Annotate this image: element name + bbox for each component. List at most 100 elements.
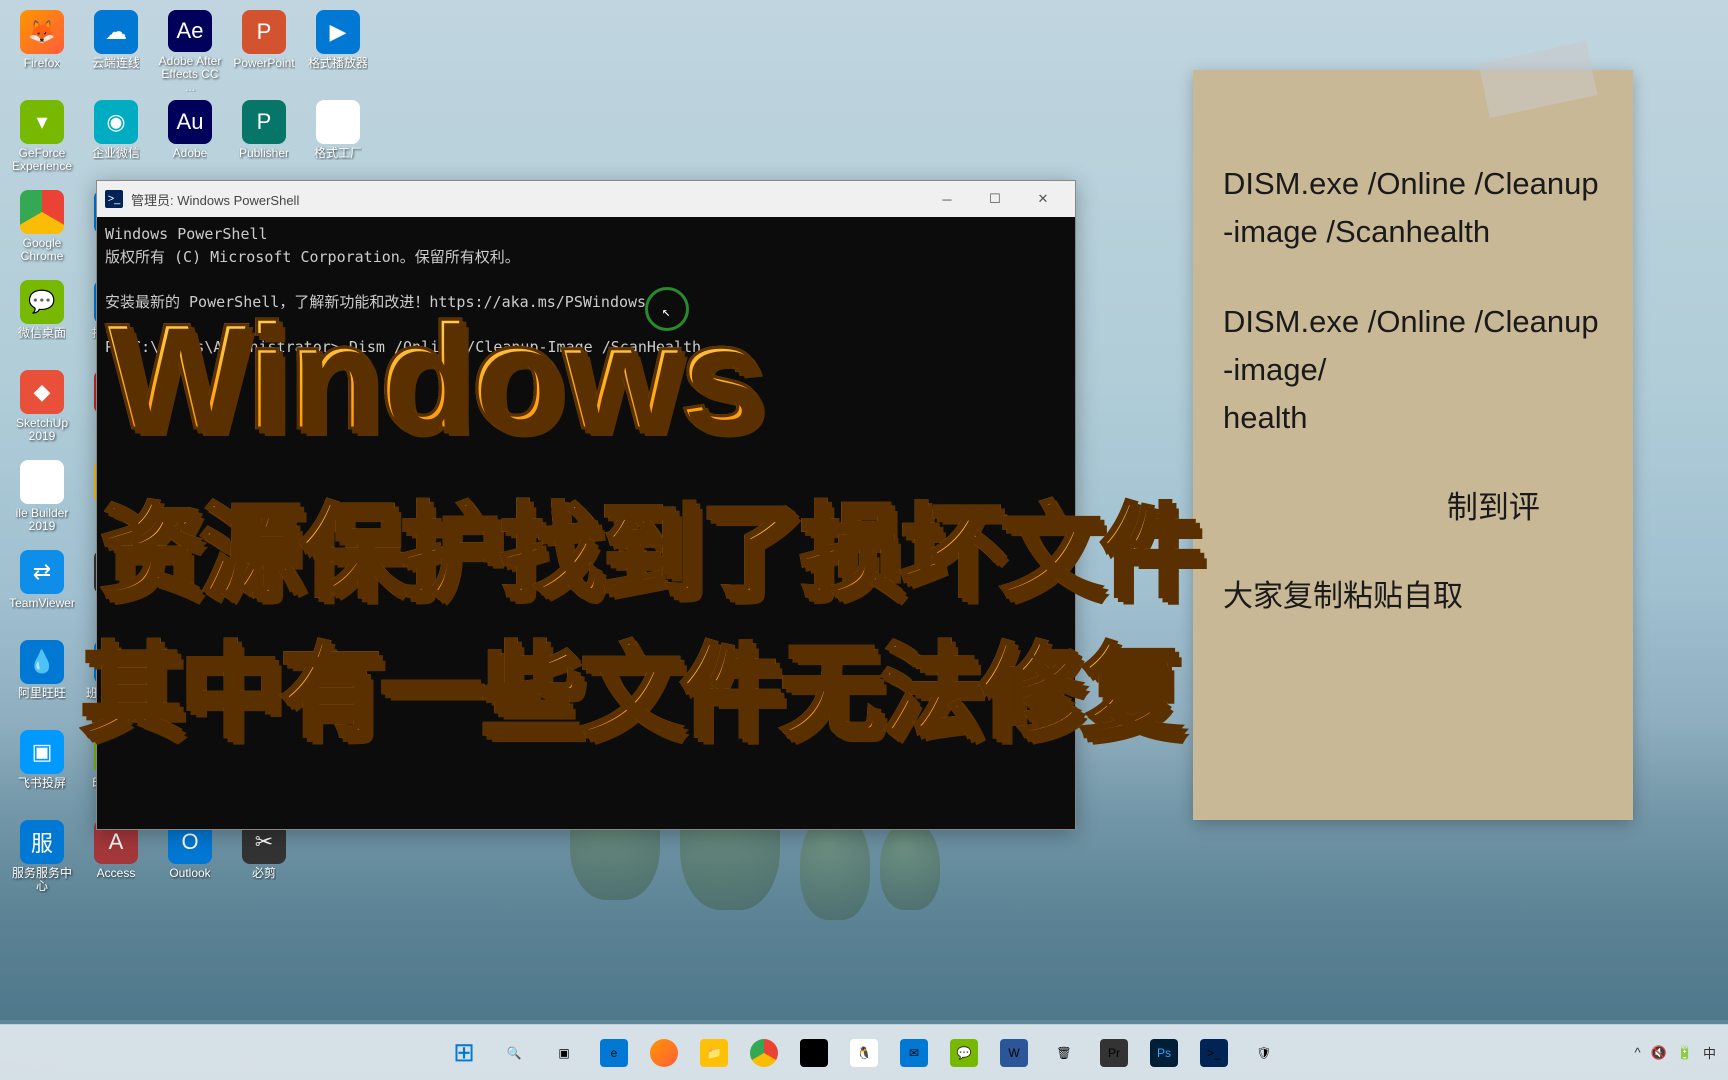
icon-label: 必剪 (252, 867, 276, 880)
icon-label: 微信桌面 (18, 327, 66, 340)
taskbar-search[interactable]: 🔍 (492, 1031, 536, 1075)
pr-icon: Pr (1100, 1039, 1128, 1067)
icon-label: Outlook (169, 867, 210, 880)
icon-label: Adobe (173, 147, 208, 160)
nvidia-icon: ▾ (20, 100, 64, 144)
desktop-icon-publisher[interactable]: PPublisher (228, 96, 300, 182)
taskbar-explorer[interactable]: 📁 (692, 1031, 736, 1075)
desktop-icon-factory[interactable]: ⚙ 格式工厂 (302, 96, 374, 182)
desktop-icon-wechat[interactable]: 💬 微信桌面 (6, 276, 78, 362)
tray-item[interactable]: 🔇 (1651, 1045, 1667, 1061)
icon-label: ile Builder 2019 (7, 507, 77, 533)
icon-label: 格式工厂 (314, 147, 362, 160)
desktop-icon-qywx[interactable]: ◉ 企业微信 (80, 96, 152, 182)
tray-item[interactable]: 中 (1703, 1043, 1716, 1062)
taskbar-ps-tb[interactable]: Ps (1142, 1031, 1186, 1075)
qq-icon: 🐧 (850, 1039, 878, 1067)
desktop-icon-flight[interactable]: ▣ 飞书投屏 (6, 726, 78, 812)
wx-tb-icon: 💬 (950, 1039, 978, 1067)
tray-item[interactable]: 🔋 (1677, 1045, 1693, 1061)
firefox-icon: 🦊 (20, 10, 64, 54)
minimize-button[interactable]: ─ (923, 181, 971, 217)
window-title: 管理员: Windows PowerShell (131, 190, 923, 209)
icon-label: 飞书投屏 (18, 777, 66, 790)
word-tb-icon: W (1000, 1039, 1028, 1067)
taskbar-center: ⊞ 🔍 ▣ e 📁 ✂ 🐧 ✉ 💬 W 🗑 Pr Ps >_ 🛡 (442, 1031, 1286, 1075)
taskbar-wx-tb[interactable]: 💬 (942, 1031, 986, 1075)
desktop-icon-sketchup[interactable]: ◆ SketchUp 2019 (6, 366, 78, 452)
tray-item[interactable]: ^ (1635, 1045, 1641, 1060)
desktop-icon-audition[interactable]: Au Adobe (154, 96, 226, 182)
close-button[interactable]: ✕ (1019, 181, 1067, 217)
icon-label: Adobe After Effects CC ... (155, 55, 225, 92)
icon-label: Access (97, 867, 136, 880)
desktop-icon-firefox[interactable]: 🦊 Firefox (6, 6, 78, 92)
shield-icon: 🛡 (1250, 1039, 1278, 1067)
icon-label: 云端连线 (92, 57, 140, 70)
wechat-icon: 💬 (20, 280, 64, 324)
note-text-3: 制到评 (1223, 484, 1603, 532)
taskbar-capcut[interactable]: ✂ (792, 1031, 836, 1075)
ae-icon: Ae (168, 10, 212, 52)
icon-label: PowerPoint (233, 57, 294, 70)
flight-icon: ▣ (20, 730, 64, 774)
taskbar-powershell-tb[interactable]: >_ (1192, 1031, 1236, 1075)
desktop-icon-chrome[interactable]: Google Chrome (6, 186, 78, 272)
taskbar[interactable]: ⊞ 🔍 ▣ e 📁 ✂ 🐧 ✉ 💬 W 🗑 Pr Ps >_ 🛡 ^ 🔇 🔋 中 (0, 1024, 1728, 1080)
qywx-icon: ◉ (94, 100, 138, 144)
start-button[interactable]: ⊞ (442, 1031, 486, 1075)
taskbar-pr[interactable]: Pr (1092, 1031, 1136, 1075)
powershell-tb-icon: >_ (1200, 1039, 1228, 1067)
desktop-icon-cloud[interactable]: ☁ 云端连线 (80, 6, 152, 92)
taskbar-chrome-tb[interactable] (742, 1031, 786, 1075)
icon-label: SketchUp 2019 (7, 417, 77, 443)
desktop-icon-service[interactable]: 服服务服务中心 (6, 816, 78, 902)
icon-label: TeamViewer (9, 597, 75, 610)
taskbar-taskview[interactable]: ▣ (542, 1031, 586, 1075)
sticky-note: DISM.exe /Online /Cleanup-image /Scanhea… (1193, 70, 1633, 820)
cloud-icon: ☁ (94, 10, 138, 54)
desktop-icon-ae[interactable]: AeAdobe After Effects CC ... (154, 6, 226, 92)
taskbar-tray[interactable]: ^ 🔇 🔋 中 (1635, 1043, 1717, 1062)
desktop-icon-teamviewer[interactable]: ⇄ TeamViewer (6, 546, 78, 632)
icon-label: 格式播放器 (308, 57, 368, 70)
overlay-subtitle-2: 其中有一些文件无法修复 (80, 610, 1180, 757)
desktop-icon-powerpoint[interactable]: P PowerPoint (228, 6, 300, 92)
taskbar-qq[interactable]: 🐧 (842, 1031, 886, 1075)
maximize-button[interactable]: ☐ (971, 181, 1019, 217)
taskbar-shield[interactable]: 🛡 (1242, 1031, 1286, 1075)
desktop-icon-nvidia[interactable]: ▾ GeForce Experience (6, 96, 78, 182)
taskbar-word-tb[interactable]: W (992, 1031, 1036, 1075)
icon-label: Firefox (24, 57, 61, 70)
chrome-icon (20, 190, 64, 234)
chrome-tb-icon (750, 1039, 778, 1067)
taskview-icon: ▣ (550, 1039, 578, 1067)
sketchup-icon: ◆ (20, 370, 64, 414)
desktop-icon-builder[interactable]: ▤ ile Builder 2019 (6, 456, 78, 542)
powershell-titlebar[interactable]: >_ 管理员: Windows PowerShell ─ ☐ ✕ (97, 181, 1075, 217)
taskbar-firefox-tb[interactable] (642, 1031, 686, 1075)
factory-icon: ⚙ (316, 100, 360, 144)
recycle-icon: 🗑 (1050, 1039, 1078, 1067)
mail-icon: ✉ (900, 1039, 928, 1067)
icon-label: 企业微信 (92, 147, 140, 160)
audition-icon: Au (168, 100, 212, 144)
taskbar-mail[interactable]: ✉ (892, 1031, 936, 1075)
taskbar-edge[interactable]: e (592, 1031, 636, 1075)
publisher-icon: P (242, 100, 286, 144)
icon-label: 阿里旺旺 (18, 687, 66, 700)
builder-icon: ▤ (20, 460, 64, 504)
taskbar-recycle[interactable]: 🗑 (1042, 1031, 1086, 1075)
powershell-icon: >_ (105, 190, 123, 208)
note-command-2: DISM.exe /Online /Cleanup-image/ health (1223, 298, 1603, 442)
icon-label: 服务服务中心 (7, 867, 77, 893)
wallpaper-tree (880, 820, 940, 910)
edge-icon: e (600, 1039, 628, 1067)
desktop-icon-player[interactable]: ▶格式播放器 (302, 6, 374, 92)
search-icon: 🔍 (500, 1039, 528, 1067)
desktop-icon-aliww[interactable]: 💧阿里旺旺 (6, 636, 78, 722)
service-icon: 服 (20, 820, 64, 864)
icon-label: GeForce Experience (7, 147, 77, 173)
powerpoint-icon: P (242, 10, 286, 54)
teamviewer-icon: ⇄ (20, 550, 64, 594)
